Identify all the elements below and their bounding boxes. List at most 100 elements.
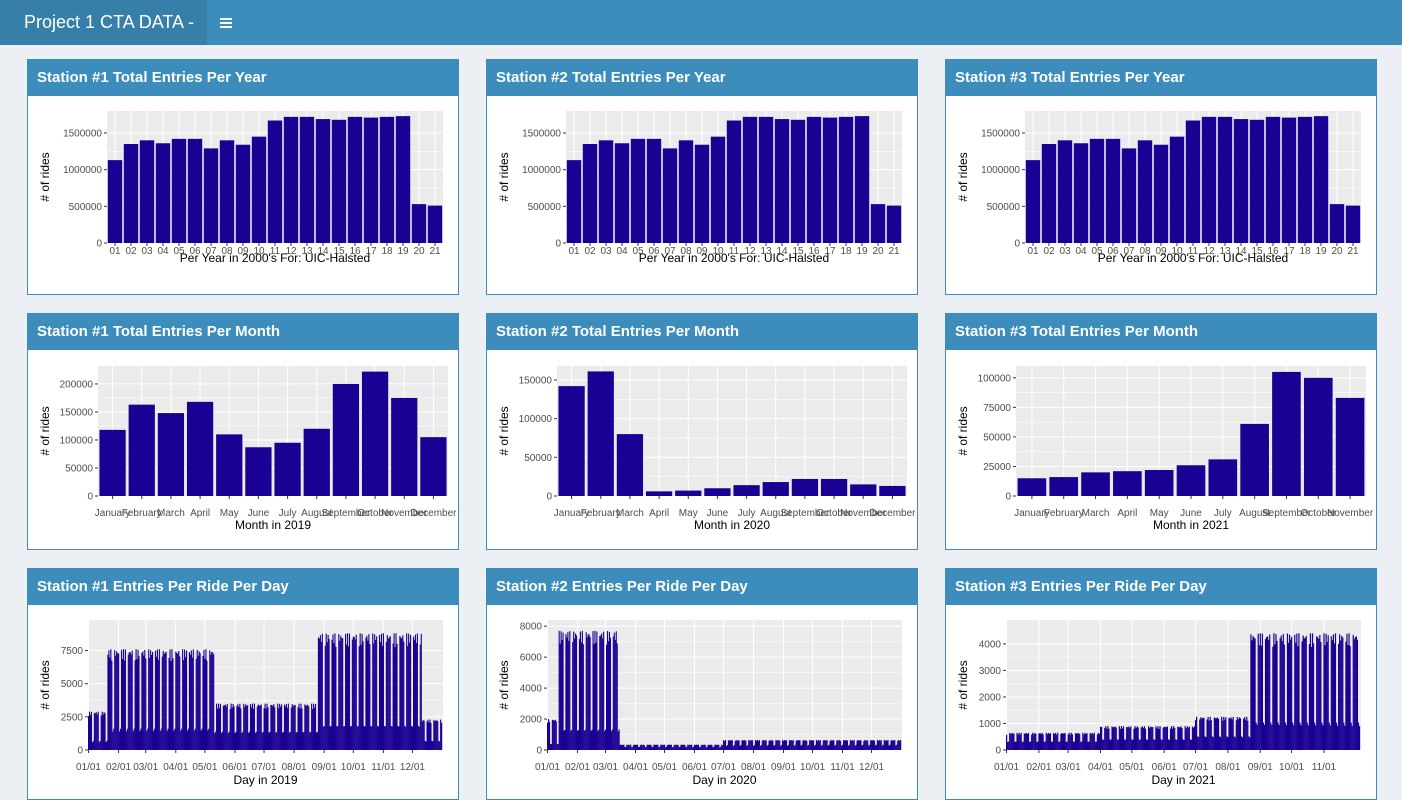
day-bar bbox=[381, 645, 384, 750]
day-bar bbox=[767, 744, 769, 750]
day-bar bbox=[413, 639, 416, 750]
day-bar bbox=[734, 741, 736, 750]
day-bar bbox=[1257, 633, 1259, 750]
day-bar bbox=[371, 726, 373, 750]
day-bar bbox=[191, 657, 193, 750]
y-axis-label: # of rides bbox=[956, 660, 970, 709]
day-bar bbox=[233, 706, 235, 750]
box-station2-year: Station #2 Total Entries Per Year 0 50000… bbox=[486, 59, 918, 295]
day-bar bbox=[1328, 722, 1330, 750]
day-bar bbox=[104, 713, 106, 750]
day-bar bbox=[1122, 726, 1125, 750]
day-bar bbox=[722, 745, 724, 750]
x-tick-label: 10/01 bbox=[341, 762, 366, 773]
y-tick-label: 150000 bbox=[60, 407, 94, 418]
x-tick-label: March bbox=[616, 508, 644, 519]
day-bar bbox=[852, 741, 854, 750]
day-bar bbox=[701, 744, 703, 750]
day-bar bbox=[1314, 722, 1316, 750]
day-bar bbox=[355, 634, 357, 750]
day-bar bbox=[1280, 635, 1282, 750]
day-bar bbox=[132, 731, 134, 750]
day-bar bbox=[228, 731, 230, 750]
day-bar bbox=[637, 747, 640, 750]
day-bar bbox=[313, 707, 316, 750]
day-bar bbox=[1149, 727, 1151, 750]
day-bar bbox=[337, 726, 339, 750]
box-title: Station #2 Entries Per Ride Per Day bbox=[487, 569, 917, 605]
day-bar bbox=[206, 660, 208, 750]
day-bar bbox=[810, 740, 812, 750]
bar-july bbox=[274, 442, 301, 496]
day-bar bbox=[768, 740, 770, 750]
day-bar bbox=[234, 733, 236, 750]
day-bar bbox=[1240, 736, 1243, 750]
day-bar bbox=[1265, 637, 1268, 750]
day-bar bbox=[686, 746, 688, 750]
y-tick-label: 2500 bbox=[61, 712, 84, 723]
day-bar bbox=[331, 639, 333, 750]
day-bar bbox=[617, 731, 619, 750]
day-bar bbox=[274, 707, 276, 750]
day-bar bbox=[1258, 645, 1260, 750]
day-bar bbox=[862, 744, 864, 750]
day-bar bbox=[350, 726, 352, 750]
day-bar bbox=[1134, 726, 1136, 750]
day-bar bbox=[1127, 727, 1129, 750]
bar-september bbox=[791, 478, 819, 496]
day-bar bbox=[688, 745, 690, 750]
y-tick-label: 1500000 bbox=[981, 129, 1020, 140]
day-bar bbox=[581, 630, 583, 750]
day-bar bbox=[676, 744, 678, 750]
day-bar bbox=[695, 744, 698, 750]
day-bar bbox=[692, 747, 694, 750]
day-bar bbox=[1209, 716, 1211, 750]
day-bar bbox=[605, 729, 607, 750]
day-bar bbox=[195, 658, 197, 750]
day-bar bbox=[669, 744, 671, 750]
day-bar bbox=[578, 638, 581, 750]
day-bar bbox=[1179, 727, 1181, 750]
day-bar bbox=[128, 652, 130, 750]
x-tick-label: 03 bbox=[600, 246, 612, 257]
day-bar bbox=[1322, 725, 1324, 750]
day-bar bbox=[665, 747, 667, 750]
day-bar bbox=[359, 633, 361, 750]
day-bar bbox=[1326, 641, 1328, 750]
day-bar bbox=[773, 745, 775, 750]
day-bar bbox=[1177, 726, 1179, 750]
day-bar bbox=[660, 744, 662, 750]
day-bar bbox=[125, 731, 127, 750]
day-bar bbox=[584, 729, 586, 750]
sidebar-toggle-button[interactable] bbox=[207, 0, 245, 45]
day-bar bbox=[400, 637, 402, 750]
day-bar bbox=[890, 740, 892, 750]
day-bar bbox=[724, 741, 726, 750]
day-bar bbox=[1022, 741, 1024, 750]
day-bar bbox=[639, 745, 641, 750]
day-bar bbox=[735, 739, 737, 750]
day-bar bbox=[1064, 733, 1066, 750]
day-bar bbox=[421, 721, 423, 750]
day-bar bbox=[285, 703, 287, 750]
day-bar bbox=[390, 726, 392, 750]
day-bar bbox=[103, 712, 105, 750]
day-bar bbox=[265, 708, 267, 750]
y-tick-label: 0 bbox=[96, 239, 102, 250]
app-title[interactable]: Project 1 CTA DATA - bbox=[0, 0, 207, 45]
day-bar bbox=[1045, 732, 1047, 750]
day-bar bbox=[611, 729, 613, 750]
x-tick-label: 03/01 bbox=[1056, 762, 1081, 773]
y-tick-label: 2000 bbox=[520, 715, 543, 726]
day-bar bbox=[616, 643, 618, 750]
day-bar bbox=[190, 650, 192, 750]
day-bar bbox=[1152, 727, 1154, 750]
day-bar bbox=[1047, 732, 1049, 750]
day-bar bbox=[391, 726, 393, 750]
day-bar bbox=[244, 707, 246, 750]
day-bar bbox=[1355, 636, 1357, 750]
day-bar bbox=[405, 726, 407, 750]
day-bar bbox=[1033, 734, 1035, 750]
day-bar bbox=[632, 746, 634, 750]
day-bar bbox=[1082, 732, 1084, 750]
